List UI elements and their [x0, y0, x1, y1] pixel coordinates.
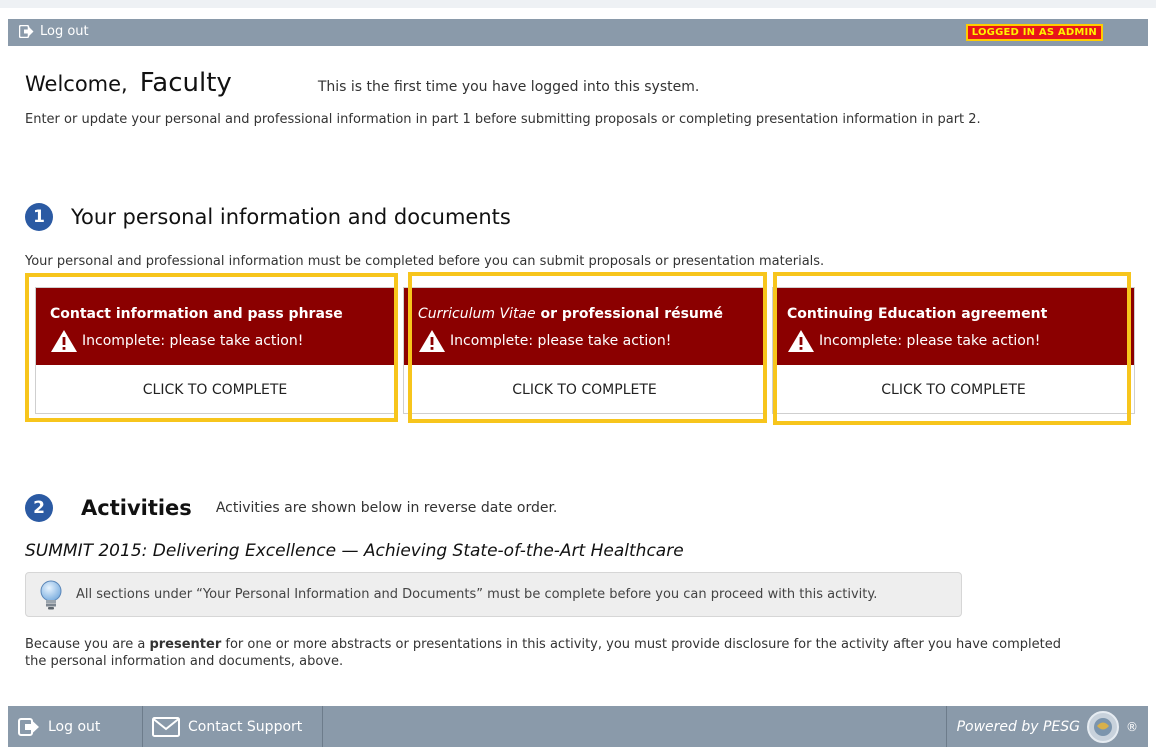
section-2-title: Activities — [81, 496, 192, 520]
card-status: Incomplete: please take action! — [787, 329, 1120, 353]
warning-icon — [788, 330, 814, 352]
card-status: Incomplete: please take action! — [418, 329, 751, 353]
card-header: Continuing Education agreement Incomplet… — [773, 288, 1134, 365]
section-2-header: 2 Activities Activities are shown below … — [25, 494, 557, 522]
activity-title: SUMMIT 2015: Delivering Excellence — Ach… — [25, 541, 684, 561]
card-title: Contact information and pass phrase — [50, 306, 343, 322]
step-1-badge: 1 — [25, 203, 53, 231]
section-1-description: Your personal and professional informati… — [25, 254, 825, 269]
card-title: Curriculum Vitae or professional résumé — [418, 288, 751, 322]
logout-icon — [19, 25, 34, 38]
footer-divider — [322, 706, 323, 747]
card-title: Continuing Education agreement — [787, 306, 1048, 322]
notice-text: All sections under “Your Personal Inform… — [76, 587, 878, 602]
top-bar: Log out LOGGED IN AS ADMIN — [8, 19, 1148, 46]
pesg-logo-icon — [1087, 710, 1119, 743]
footer-bar: Log out Contact Support Powered by PESG … — [8, 706, 1148, 747]
user-name: Faculty — [139, 68, 232, 98]
section-1-title: Your personal information and documents — [71, 205, 511, 229]
registered-mark: ® — [1126, 719, 1138, 734]
powered-by-label: Powered by PESG — [956, 718, 1080, 735]
section-1-header: 1 Your personal information and document… — [25, 203, 511, 231]
warning-icon — [51, 330, 77, 352]
disclosure-explanation: Because you are a presenter for one or m… — [25, 636, 1085, 670]
intro-text: Enter or update your personal and profes… — [25, 112, 981, 127]
top-strip — [0, 0, 1156, 8]
admin-badge: LOGGED IN AS ADMIN — [965, 24, 1103, 41]
logout-link-top[interactable]: Log out — [19, 24, 89, 39]
logout-link-footer[interactable]: Log out — [18, 706, 138, 747]
footer-divider — [946, 706, 947, 747]
section-2-subtitle: Activities are shown below in reverse da… — [215, 500, 558, 516]
cv-card: Curriculum Vitae or professional résumé … — [403, 287, 766, 414]
card-status: Incomplete: please take action! — [50, 329, 380, 353]
explain-role: presenter — [149, 637, 222, 652]
warning-icon — [419, 330, 445, 352]
lightbulb-icon — [40, 580, 62, 609]
explain-before: Because you are a — [25, 637, 150, 652]
card-header: Curriculum Vitae or professional résumé … — [404, 288, 765, 365]
activity-notice: All sections under “Your Personal Inform… — [25, 572, 962, 617]
welcome-greeting: Welcome, — [25, 72, 128, 96]
contact-info-card: Contact information and pass phrase Inco… — [35, 287, 395, 414]
card-title-rest: or professional résumé — [535, 306, 723, 322]
step-2-badge: 2 — [25, 494, 53, 522]
envelope-icon — [152, 716, 180, 737]
powered-by[interactable]: Powered by PESG ® — [957, 706, 1148, 747]
footer-logout-label: Log out — [48, 718, 101, 735]
status-text: Incomplete: please take action! — [819, 333, 1041, 349]
welcome-line: Welcome, Faculty This is the first time … — [25, 68, 699, 98]
click-to-complete-button[interactable]: CLICK TO COMPLETE — [36, 365, 394, 415]
contact-support-label: Contact Support — [188, 718, 303, 735]
status-text: Incomplete: please take action! — [82, 333, 304, 349]
status-text: Incomplete: please take action! — [450, 333, 672, 349]
card-header: Contact information and pass phrase Inco… — [36, 288, 394, 365]
footer-divider — [142, 706, 143, 747]
logout-icon — [18, 717, 39, 736]
contact-support-link[interactable]: Contact Support — [152, 706, 322, 747]
ce-agreement-card: Continuing Education agreement Incomplet… — [772, 287, 1135, 414]
logout-label: Log out — [40, 24, 89, 39]
first-login-message: This is the first time you have logged i… — [317, 79, 700, 95]
click-to-complete-button[interactable]: CLICK TO COMPLETE — [404, 365, 765, 415]
card-title-italic: Curriculum Vitae — [418, 306, 536, 322]
click-to-complete-button[interactable]: CLICK TO COMPLETE — [773, 365, 1134, 415]
